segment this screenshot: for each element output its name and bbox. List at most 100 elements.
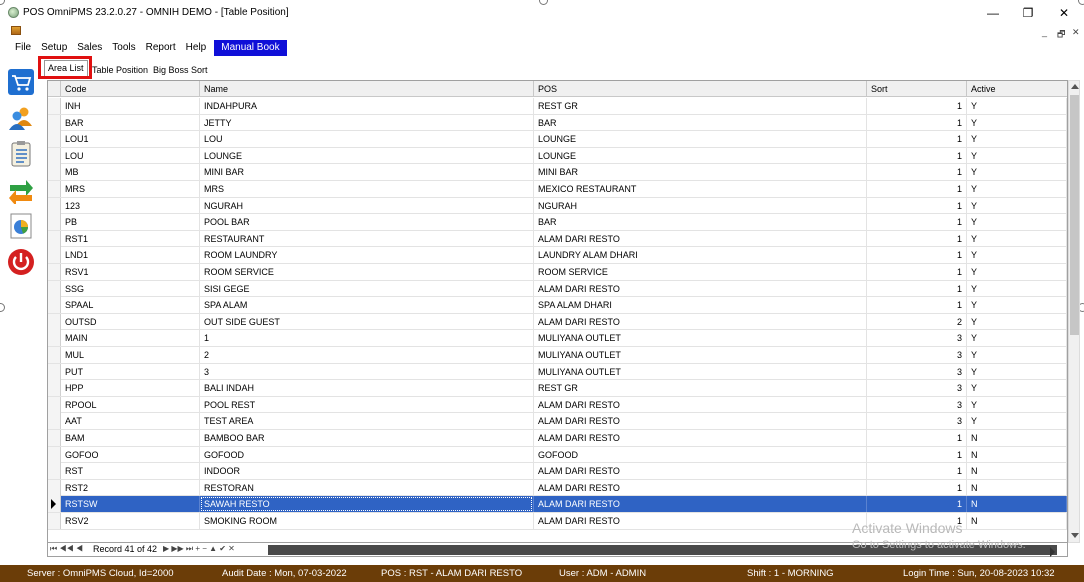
cell-name[interactable]: 3 bbox=[200, 363, 534, 380]
row-indicator[interactable] bbox=[48, 297, 61, 314]
table-row[interactable]: RST2 RESTORAN ALAM DARI RESTO 1 N bbox=[48, 479, 1067, 497]
table-row[interactable]: RPOOL POOL REST ALAM DARI RESTO 3 Y bbox=[48, 396, 1067, 414]
cell-active[interactable]: Y bbox=[967, 147, 1067, 164]
cell-code[interactable]: GOFOO bbox=[61, 446, 200, 463]
cell-pos[interactable]: ROOM SERVICE bbox=[534, 264, 867, 280]
nav-next-last-edit-buttons[interactable]: ▶ ▶▶ ⏭ + − ▲ ✔ ✕ bbox=[163, 544, 235, 554]
cell-name[interactable]: ROOM SERVICE bbox=[200, 264, 534, 280]
cell-active[interactable]: Y bbox=[967, 313, 1067, 330]
cell-active[interactable]: Y bbox=[967, 413, 1067, 430]
menu-manual-book[interactable]: Manual Book bbox=[214, 40, 287, 56]
column-header-sort[interactable]: Sort bbox=[867, 81, 967, 97]
cell-pos[interactable]: ALAM DARI RESTO bbox=[534, 280, 867, 297]
cell-active[interactable]: Y bbox=[967, 363, 1067, 380]
table-row[interactable]: MAIN 1 MULIYANA OUTLET 3 Y bbox=[48, 330, 1067, 347]
row-indicator[interactable] bbox=[48, 197, 61, 214]
cell-sort[interactable]: 1 bbox=[867, 197, 967, 214]
restore-button[interactable]: ❐ bbox=[1013, 3, 1043, 23]
cell-pos[interactable]: ALAM DARI RESTO bbox=[534, 479, 867, 496]
row-indicator[interactable] bbox=[48, 164, 61, 181]
cell-sort[interactable]: 1 bbox=[867, 247, 967, 264]
row-indicator[interactable] bbox=[48, 230, 61, 247]
cell-pos[interactable]: REST GR bbox=[534, 98, 867, 114]
cell-active[interactable]: Y bbox=[967, 164, 1067, 181]
row-indicator[interactable] bbox=[48, 264, 61, 280]
cell-sort[interactable]: 2 bbox=[867, 313, 967, 330]
power-icon[interactable] bbox=[7, 248, 35, 276]
cell-pos[interactable]: LOUNGE bbox=[534, 131, 867, 148]
row-indicator[interactable] bbox=[48, 496, 61, 513]
cell-name[interactable]: RESTORAN bbox=[200, 479, 534, 496]
cell-code[interactable]: 123 bbox=[61, 197, 200, 214]
cell-pos[interactable]: ALAM DARI RESTO bbox=[534, 463, 867, 480]
cell-pos[interactable]: MULIYANA OUTLET bbox=[534, 330, 867, 347]
cell-sort[interactable]: 1 bbox=[867, 297, 967, 314]
row-indicator[interactable] bbox=[48, 147, 61, 164]
cell-pos[interactable]: ALAM DARI RESTO bbox=[534, 430, 867, 446]
cell-name[interactable]: SMOKING ROOM bbox=[200, 513, 534, 529]
cell-active[interactable]: Y bbox=[967, 230, 1067, 247]
cell-code[interactable]: BAR bbox=[61, 114, 200, 131]
cell-active[interactable]: Y bbox=[967, 181, 1067, 197]
row-indicator[interactable] bbox=[48, 413, 61, 430]
cell-active[interactable]: Y bbox=[967, 347, 1067, 363]
table-row[interactable]: SSG SISI GEGE ALAM DARI RESTO 1 Y bbox=[48, 280, 1067, 298]
table-row[interactable]: SPAAL SPA ALAM SPA ALAM DHARI 1 Y bbox=[48, 297, 1067, 314]
cell-pos[interactable]: REST GR bbox=[534, 380, 867, 397]
cell-code[interactable]: MRS bbox=[61, 181, 200, 197]
cell-code[interactable]: RST1 bbox=[61, 230, 200, 247]
row-indicator[interactable] bbox=[48, 181, 61, 197]
cell-name[interactable]: INDAHPURA bbox=[200, 98, 534, 114]
table-row[interactable]: MB MINI BAR MINI BAR 1 Y bbox=[48, 164, 1067, 181]
cell-pos[interactable]: GOFOOD bbox=[534, 446, 867, 463]
cell-active[interactable]: N bbox=[967, 430, 1067, 446]
cell-code[interactable]: SPAAL bbox=[61, 297, 200, 314]
cell-code[interactable]: MB bbox=[61, 164, 200, 181]
cell-code[interactable]: PB bbox=[61, 214, 200, 231]
table-row[interactable]: HPP BALI INDAH REST GR 3 Y bbox=[48, 380, 1067, 397]
scroll-down-icon[interactable] bbox=[1071, 533, 1079, 538]
scroll-thumb[interactable] bbox=[1070, 95, 1079, 335]
cell-active[interactable]: Y bbox=[967, 280, 1067, 297]
cell-sort[interactable]: 1 bbox=[867, 214, 967, 231]
cell-sort[interactable]: 3 bbox=[867, 413, 967, 430]
vertical-scrollbar[interactable] bbox=[1068, 80, 1080, 543]
cell-name[interactable]: JETTY bbox=[200, 114, 534, 131]
cell-code[interactable]: RPOOL bbox=[61, 396, 200, 413]
cell-code[interactable]: LOU bbox=[61, 147, 200, 164]
cell-pos[interactable]: MEXICO RESTAURANT bbox=[534, 181, 867, 197]
row-indicator[interactable] bbox=[48, 330, 61, 347]
cell-code[interactable]: RST2 bbox=[61, 479, 200, 496]
row-indicator[interactable] bbox=[48, 430, 61, 446]
cell-pos[interactable]: MULIYANA OUTLET bbox=[534, 347, 867, 363]
cell-sort[interactable]: 3 bbox=[867, 396, 967, 413]
table-row[interactable]: BAR JETTY BAR 1 Y bbox=[48, 114, 1067, 132]
row-indicator[interactable] bbox=[48, 214, 61, 231]
cell-active[interactable]: Y bbox=[967, 98, 1067, 114]
cell-pos[interactable]: ALAM DARI RESTO bbox=[534, 396, 867, 413]
mdi-child-icon[interactable] bbox=[11, 26, 21, 35]
cell-name[interactable]: LOUNGE bbox=[200, 147, 534, 164]
row-indicator[interactable] bbox=[48, 363, 61, 380]
mdi-close-button[interactable]: ✕ bbox=[1072, 27, 1080, 38]
table-row[interactable]: BAM BAMBOO BAR ALAM DARI RESTO 1 N bbox=[48, 430, 1067, 447]
close-button[interactable]: ✕ bbox=[1049, 3, 1079, 23]
cell-pos[interactable]: NGURAH bbox=[534, 197, 867, 214]
cell-code[interactable]: LOU1 bbox=[61, 131, 200, 148]
cell-sort[interactable]: 1 bbox=[867, 147, 967, 164]
menu-report[interactable]: Report bbox=[141, 40, 181, 56]
cell-sort[interactable]: 1 bbox=[867, 98, 967, 114]
cell-pos[interactable]: ALAM DARI RESTO bbox=[534, 513, 867, 529]
cell-pos[interactable]: ALAM DARI RESTO bbox=[534, 413, 867, 430]
row-indicator[interactable] bbox=[48, 479, 61, 496]
row-indicator[interactable] bbox=[48, 513, 61, 529]
cell-code[interactable]: OUTSD bbox=[61, 313, 200, 330]
cell-pos[interactable]: ALAM DARI RESTO bbox=[534, 230, 867, 247]
cell-name[interactable]: INDOOR bbox=[200, 463, 534, 480]
cell-sort[interactable]: 1 bbox=[867, 164, 967, 181]
cell-name[interactable]: BAMBOO BAR bbox=[200, 430, 534, 446]
cell-pos[interactable]: ALAM DARI RESTO bbox=[534, 313, 867, 330]
cell-name[interactable]: RESTAURANT bbox=[200, 230, 534, 247]
cell-sort[interactable]: 1 bbox=[867, 463, 967, 480]
cell-sort[interactable]: 3 bbox=[867, 347, 967, 363]
